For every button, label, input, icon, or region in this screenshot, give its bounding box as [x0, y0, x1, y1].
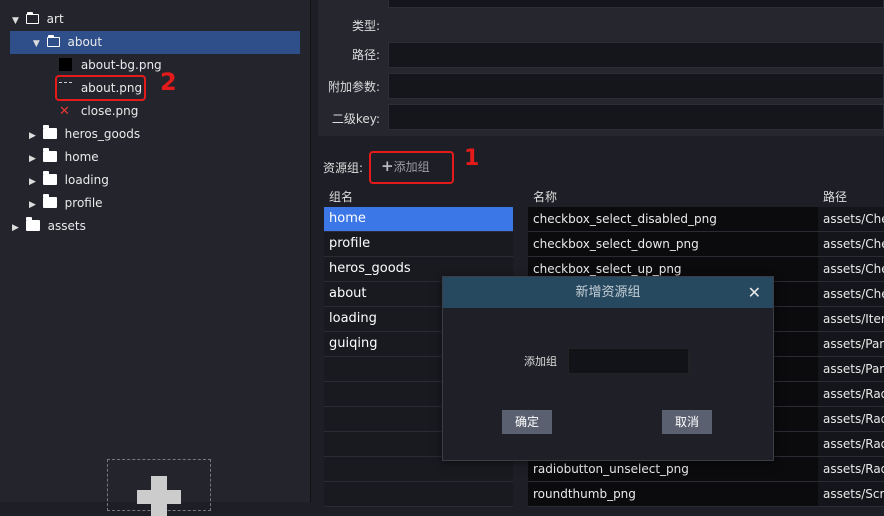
folder-icon [42, 171, 57, 185]
close-image-icon: ✕ [59, 104, 70, 119]
tree-item-label: close.png [80, 104, 139, 118]
tree-item-label: assets [47, 219, 86, 233]
name-field[interactable] [388, 0, 884, 8]
image-file-icon [59, 58, 72, 71]
folder-open-icon [25, 12, 39, 24]
tree-item-assets[interactable]: ▶ assets [12, 215, 86, 238]
tree-item-close-png[interactable]: ✕ close.png [59, 100, 138, 123]
tree-item-label: loading [64, 173, 109, 187]
tree-item-heros-goods[interactable]: ▶ heros_goods [29, 123, 140, 146]
table-row[interactable]: checkbox_select_down_pngassets/Chec [528, 232, 884, 257]
resource-group-label: 资源组: [323, 161, 364, 175]
name-column-header[interactable]: 名称 [528, 187, 821, 207]
collapse-arrow-icon[interactable]: ▶ [29, 148, 39, 171]
tree-item-label: heros_goods [64, 127, 141, 141]
tree-item-label: about [67, 35, 103, 49]
expand-arrow-icon[interactable]: ▼ [33, 33, 43, 56]
resource-path: assets/Pane [818, 332, 884, 356]
annotation-box-1 [369, 151, 454, 184]
folder-icon [25, 217, 40, 231]
folder-icon [42, 194, 57, 208]
collapse-arrow-icon[interactable]: ▶ [12, 217, 22, 240]
annotation-box-2 [55, 75, 146, 101]
folder-open-icon [46, 35, 60, 47]
table-row[interactable]: roundthumb_pngassets/Scro [528, 482, 884, 507]
property-form: 类型: 路径: 附加参数: 二级key: [318, 0, 884, 136]
tree-item-label: art [46, 12, 64, 26]
confirm-button[interactable]: 确定 [502, 410, 552, 434]
params-label: 附加参数: [327, 80, 380, 94]
tree-item-about-bg[interactable]: about-bg.png [59, 54, 162, 77]
group-name-header: 组名 [329, 190, 354, 204]
folder-icon [42, 148, 57, 162]
dialog-title: 新增资源组 [575, 285, 641, 300]
group-row[interactable]: profile [324, 232, 513, 257]
collapse-arrow-icon[interactable]: ▶ [29, 194, 39, 217]
resource-name: checkbox_select_disabled_png [528, 207, 821, 231]
resource-path: assets/Chec [818, 257, 884, 281]
resource-name: roundthumb_png [528, 482, 821, 506]
resource-path: assets/Scro [818, 482, 884, 506]
table-row[interactable]: checkbox_select_disabled_pngassets/Chec [528, 207, 884, 232]
subkey-label: 二级key: [331, 112, 380, 126]
annotation-number-1: 1 [464, 146, 480, 171]
tree-item-art[interactable]: ▼ art [12, 8, 64, 31]
tree-item-home[interactable]: ▶ home [29, 146, 99, 169]
tree-item-label: profile [64, 196, 103, 210]
path-label: 路径: [351, 48, 380, 62]
resource-name: checkbox_select_down_png [528, 232, 821, 256]
resource-path: assets/Radi [818, 457, 884, 481]
folder-icon [42, 125, 57, 139]
cancel-button[interactable]: 取消 [662, 410, 712, 434]
tree-item-label: about-bg.png [80, 58, 162, 72]
close-icon[interactable]: ✕ [748, 277, 761, 308]
dialog-titlebar: 新增资源组 ✕ [443, 277, 773, 308]
resource-path: assets/Chec [818, 282, 884, 306]
group-name-label: 添加组 [524, 355, 557, 368]
add-group-dialog: 新增资源组 ✕ 添加组 确定 取消 [442, 276, 774, 461]
expand-arrow-icon[interactable]: ▼ [12, 10, 22, 33]
tree-item-loading[interactable]: ▶ loading [29, 169, 109, 192]
resource-table-header: 名称 路径 [528, 187, 884, 207]
resource-path: assets/Chec [818, 232, 884, 256]
tree-item-profile[interactable]: ▶ profile [29, 192, 103, 215]
path-column-header[interactable]: 路径 [818, 187, 884, 207]
type-label: 类型: [351, 19, 380, 33]
tree-item-about[interactable]: ▼ about [10, 31, 300, 54]
tree-item-label: home [64, 150, 99, 164]
resource-path: assets/Pane [818, 357, 884, 381]
collapse-arrow-icon[interactable]: ▶ [29, 125, 39, 148]
resource-path: assets/Chec [818, 207, 884, 231]
drop-zone[interactable] [107, 459, 211, 516]
params-field[interactable] [388, 73, 884, 99]
file-tree-panel: ▼ art ▼ about about-bg.png about.png ✕ c… [0, 0, 311, 516]
collapse-arrow-icon[interactable]: ▶ [29, 171, 39, 194]
annotation-number-2: 2 [160, 68, 177, 96]
resource-path: assets/Radi [818, 407, 884, 431]
group-row[interactable]: home [324, 207, 513, 232]
resource-path: assets/Radi [818, 382, 884, 406]
resource-path: assets/Radi [818, 432, 884, 456]
path-field[interactable] [388, 42, 884, 68]
resource-path: assets/Item [818, 307, 884, 331]
group-name-input[interactable] [568, 348, 689, 374]
group-row[interactable] [324, 482, 513, 507]
subkey-field[interactable] [388, 104, 884, 130]
